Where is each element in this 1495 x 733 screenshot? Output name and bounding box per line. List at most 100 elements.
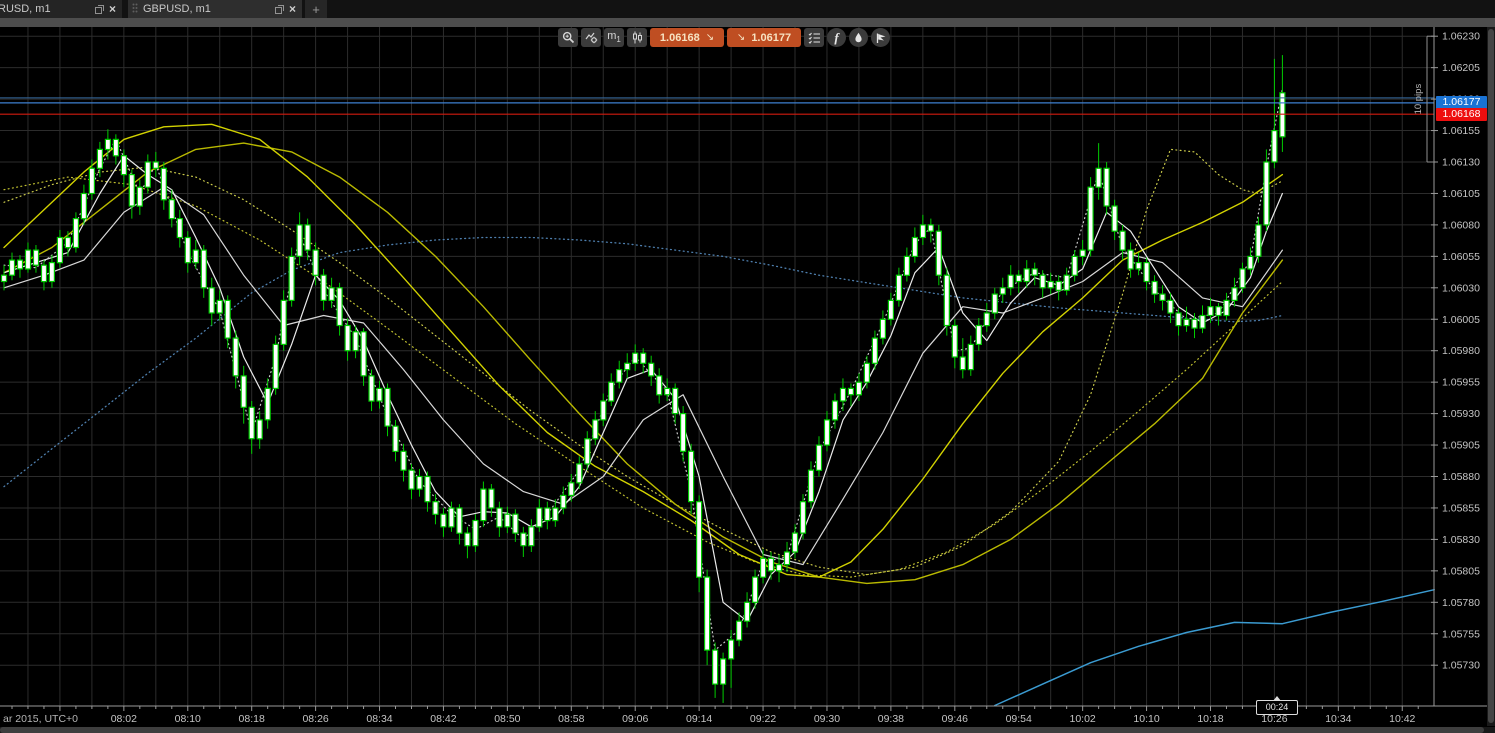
candle <box>105 139 110 149</box>
sell-button[interactable]: 1.06168 ↘ <box>650 28 724 47</box>
trading-platform-window: 1.062301.062051.061801.061551.061301.061… <box>0 0 1495 733</box>
candle <box>968 344 973 369</box>
candle <box>617 370 622 383</box>
candle <box>289 256 294 300</box>
price-chart[interactable]: 1.062301.062051.061801.061551.061301.061… <box>0 0 1495 733</box>
chart-type-button[interactable] <box>627 28 647 47</box>
candle <box>649 363 654 376</box>
price-tick-label: 1.06205 <box>1442 62 1480 74</box>
candle <box>1120 231 1125 250</box>
candle <box>505 514 510 527</box>
candle <box>129 175 134 206</box>
candle <box>81 194 86 219</box>
candle <box>177 219 182 238</box>
time-tick-label: 08:50 <box>494 713 520 725</box>
chart-settings-button[interactable] <box>581 28 601 47</box>
tab-chart-gbpusd[interactable]: GBPUSD, m1 × <box>128 0 302 18</box>
quicktrade-settings-button[interactable] <box>804 28 824 47</box>
price-tick-label: 1.05955 <box>1442 377 1480 389</box>
candle <box>817 445 822 470</box>
price-tick-label: 1.05830 <box>1442 534 1480 546</box>
price-tick-label: 1.06230 <box>1442 31 1480 43</box>
timeframe-button[interactable]: m1 <box>604 28 624 47</box>
candle <box>1080 250 1085 256</box>
candle <box>121 156 126 175</box>
candle <box>1256 225 1261 256</box>
new-tab-button[interactable]: + <box>305 0 327 18</box>
candle <box>337 288 342 326</box>
candle <box>145 162 150 187</box>
candle <box>689 451 694 501</box>
popout-icon[interactable] <box>95 5 104 14</box>
candle <box>825 420 830 445</box>
candle <box>401 451 406 470</box>
candle <box>585 439 590 464</box>
time-tick-label: 08:42 <box>430 713 456 725</box>
candle <box>169 200 174 219</box>
candle <box>745 602 750 621</box>
candle <box>753 577 758 602</box>
horizontal-scrollbar-thumb[interactable] <box>0 727 1484 733</box>
candle <box>441 514 446 527</box>
time-tick-label: 08:34 <box>366 713 392 725</box>
popout-icon[interactable] <box>275 5 284 14</box>
candle <box>609 382 614 401</box>
price-tick-label: 1.06080 <box>1442 219 1480 231</box>
candle <box>928 225 933 231</box>
candle <box>713 650 718 684</box>
candle <box>193 250 198 263</box>
vertical-scrollbar-thumb[interactable] <box>1488 29 1494 723</box>
candle <box>553 508 558 521</box>
close-icon[interactable]: × <box>289 4 296 14</box>
flag-button[interactable] <box>871 28 890 47</box>
tab-label: RUSD, m1 <box>0 3 51 15</box>
candle <box>777 565 782 571</box>
candle <box>73 219 78 248</box>
candles-layer <box>2 55 1285 703</box>
ink-drop-button[interactable] <box>849 28 868 47</box>
candle <box>848 388 853 394</box>
candle <box>537 508 542 527</box>
buy-button[interactable]: ↘ 1.06177 <box>727 28 801 47</box>
tab-chart-eurusd[interactable]: RUSD, m1 × <box>0 0 122 18</box>
candle <box>729 640 734 659</box>
facebook-share-button[interactable]: f <box>827 28 846 47</box>
candle <box>377 388 382 401</box>
candle <box>241 376 246 407</box>
candle <box>601 401 606 420</box>
candle <box>1272 131 1277 162</box>
price-level-lines <box>0 98 1434 114</box>
candle <box>34 250 39 265</box>
time-tick-label: 09:14 <box>686 713 712 725</box>
candle <box>1216 307 1221 316</box>
candle <box>1024 269 1029 282</box>
price-tick-label: 1.05730 <box>1442 660 1480 672</box>
candle <box>880 319 885 338</box>
candle <box>1032 269 1037 275</box>
candle <box>569 483 574 496</box>
candle <box>489 489 494 508</box>
candle <box>1000 288 1005 294</box>
close-icon[interactable]: × <box>109 4 116 14</box>
candle <box>1208 307 1213 316</box>
candle <box>793 533 798 552</box>
candle-countdown: 00:24 <box>1256 700 1298 715</box>
horizontal-scrollbar[interactable] <box>0 727 1495 733</box>
candle <box>249 407 254 438</box>
zoom-button[interactable] <box>558 28 578 47</box>
candle <box>1280 93 1285 137</box>
pips-scale-label: 10 pips <box>1413 84 1424 115</box>
candle <box>896 275 901 300</box>
candle <box>864 363 869 382</box>
candle <box>57 238 62 263</box>
candle <box>313 250 318 275</box>
candle <box>1096 168 1101 187</box>
candle <box>1072 256 1077 275</box>
time-tick-label: 10:02 <box>1070 713 1096 725</box>
vertical-scrollbar[interactable] <box>1487 27 1495 726</box>
candle <box>1104 168 1109 206</box>
candle <box>521 533 526 546</box>
candle <box>409 470 414 489</box>
candle <box>433 502 438 515</box>
candle <box>385 388 390 426</box>
